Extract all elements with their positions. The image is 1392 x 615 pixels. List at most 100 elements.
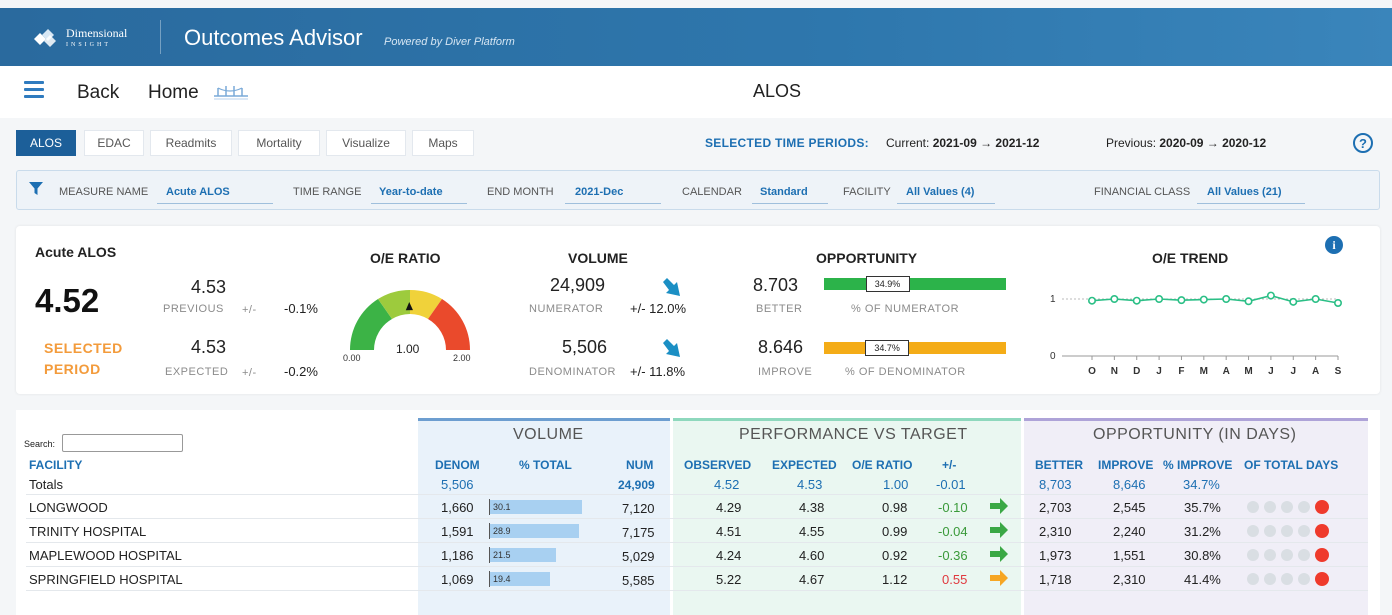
trend-point[interactable] xyxy=(1110,295,1119,304)
col-oe-ratio[interactable]: O/E RATIO xyxy=(852,458,912,472)
calendar-select[interactable]: Standard xyxy=(760,186,808,198)
facility-name[interactable]: LONGWOOD xyxy=(29,500,108,515)
search-input[interactable] xyxy=(62,434,183,452)
hamburger-menu-icon[interactable] xyxy=(24,81,44,98)
filter-bar: MEASURE NAME Acute ALOS TIME RANGE Year-… xyxy=(16,170,1380,210)
denominator-change: +/- 11.8% xyxy=(630,364,686,379)
end-month-select[interactable]: 2021-Dec xyxy=(575,186,623,198)
observed-cell: 4.51 xyxy=(716,524,742,539)
trend-point[interactable] xyxy=(1289,297,1298,306)
improve-cell: 2,545 xyxy=(1113,500,1146,515)
previous-label: PREVIOUS xyxy=(163,303,224,315)
trend-point[interactable] xyxy=(1132,296,1141,305)
totals-improve: 8,646 xyxy=(1113,477,1146,492)
opportunity-dot xyxy=(1247,525,1259,537)
filter-icon[interactable] xyxy=(29,182,43,196)
trend-month-label: A xyxy=(1312,366,1319,377)
app-title: Outcomes Advisor xyxy=(184,25,363,50)
opportunity-dot xyxy=(1247,549,1259,561)
facility-name[interactable]: TRINITY HOSPITAL xyxy=(29,524,146,539)
facility-name[interactable]: SPRINGFIELD HOSPITAL xyxy=(29,572,183,587)
better-label: BETTER xyxy=(756,303,803,315)
trend-point[interactable] xyxy=(1177,296,1186,305)
home-button[interactable]: Home xyxy=(148,82,199,104)
trend-month-label: J xyxy=(1268,366,1274,377)
opportunity-dot xyxy=(1298,525,1310,537)
trend-point[interactable] xyxy=(1199,295,1208,304)
trend-month-label: D xyxy=(1133,366,1140,377)
denominator-value: 5,506 xyxy=(562,337,608,357)
totals-label: Totals xyxy=(29,477,63,492)
expected-cell: 4.38 xyxy=(799,500,825,515)
back-button[interactable]: Back xyxy=(77,82,119,104)
help-icon[interactable]: ? xyxy=(1353,133,1373,153)
measure-name-select[interactable]: Acute ALOS xyxy=(166,186,230,198)
trend-point[interactable] xyxy=(1311,295,1320,304)
col-pct-total[interactable]: % TOTAL xyxy=(519,458,572,472)
col-better[interactable]: BETTER xyxy=(1035,458,1083,472)
previous-period[interactable]: Previous: 2020-09 → 2020-12 xyxy=(1106,136,1266,150)
previous-value: 4.53 xyxy=(191,277,227,297)
col-observed[interactable]: OBSERVED xyxy=(684,458,751,472)
trend-point[interactable] xyxy=(1155,295,1164,304)
previous-period-value: 2020-09 → 2020-12 xyxy=(1159,136,1267,150)
financial-class-select[interactable]: All Values (21) xyxy=(1207,186,1282,198)
denominator-label: DENOMINATOR xyxy=(529,366,616,378)
tab-readmits[interactable]: Readmits xyxy=(150,130,232,156)
col-pm[interactable]: +/- xyxy=(942,458,956,472)
tab-edac[interactable]: EDAC xyxy=(84,130,144,156)
trend-month-label: S xyxy=(1335,366,1342,377)
pct-total-bar: 21.5 xyxy=(490,548,556,562)
facility-name[interactable]: MAPLEWOOD HOSPITAL xyxy=(29,548,182,563)
trend-point[interactable] xyxy=(1244,297,1253,306)
tab-alos[interactable]: ALOS xyxy=(16,130,76,156)
oe-cell: 0.99 xyxy=(882,524,908,539)
dimensional-insight-logo[interactable]: Dimensional INSIGHT xyxy=(30,25,127,49)
trend-y-top: 1 xyxy=(1050,294,1056,305)
pct-improve-cell: 35.7% xyxy=(1184,500,1221,515)
opportunity-dot xyxy=(1264,573,1276,585)
logo-mark-icon xyxy=(34,29,56,47)
pm-cell: 0.55 xyxy=(942,572,968,587)
col-facility[interactable]: FACILITY xyxy=(29,458,82,472)
current-period[interactable]: Current: 2021-09 → 2021-12 xyxy=(886,136,1039,150)
info-icon[interactable]: i xyxy=(1325,236,1343,254)
totals-pct-improve: 34.7% xyxy=(1183,477,1220,492)
measure-title: Acute ALOS xyxy=(35,244,117,260)
better-cell: 2,310 xyxy=(1039,524,1072,539)
trend-month-label: M xyxy=(1244,366,1252,377)
selected-label-line2: PERIOD xyxy=(44,361,101,377)
col-total-days[interactable]: OF TOTAL DAYS xyxy=(1244,458,1338,472)
selected-label-line1: SELECTED xyxy=(44,340,123,356)
col-pct-improve[interactable]: % IMPROVE xyxy=(1163,458,1232,472)
facility-select[interactable]: All Values (4) xyxy=(906,186,974,198)
pct-improve-cell: 41.4% xyxy=(1184,572,1221,587)
denom-cell: 1,660 xyxy=(441,500,474,515)
tab-mortality[interactable]: Mortality xyxy=(238,130,320,156)
tab-visualize[interactable]: Visualize xyxy=(326,130,406,156)
col-num[interactable]: NUM xyxy=(626,458,653,472)
trend-point[interactable] xyxy=(1087,296,1096,305)
previous-change: -0.1% xyxy=(284,301,318,316)
bridge-icon[interactable] xyxy=(212,84,250,100)
col-denom[interactable]: DENOM xyxy=(435,458,480,472)
tab-maps[interactable]: Maps xyxy=(412,130,474,156)
col-improve[interactable]: IMPROVE xyxy=(1098,458,1153,472)
oe-min-label: 0.00 xyxy=(343,353,361,363)
trend-point[interactable] xyxy=(1266,291,1275,300)
trend-month-label: F xyxy=(1178,366,1184,377)
opportunity-dot xyxy=(1247,573,1259,585)
totals-better: 8,703 xyxy=(1039,477,1072,492)
time-range-select[interactable]: Year-to-date xyxy=(379,186,443,198)
col-expected[interactable]: EXPECTED xyxy=(772,458,837,472)
improve-cell: 2,310 xyxy=(1113,572,1146,587)
trend-point[interactable] xyxy=(1222,295,1231,304)
opportunity-dot xyxy=(1281,573,1293,585)
opportunity-dot xyxy=(1264,525,1276,537)
totals-oe: 1.00 xyxy=(883,477,909,492)
num-cell: 7,175 xyxy=(622,525,655,540)
facility-table: VOLUME PERFORMANCE VS TARGET OPPORTUNITY… xyxy=(16,410,1380,615)
trend-point[interactable] xyxy=(1333,298,1342,307)
numerator-change: +/- 12.0% xyxy=(630,301,687,316)
down-arrow-icon xyxy=(663,278,680,296)
